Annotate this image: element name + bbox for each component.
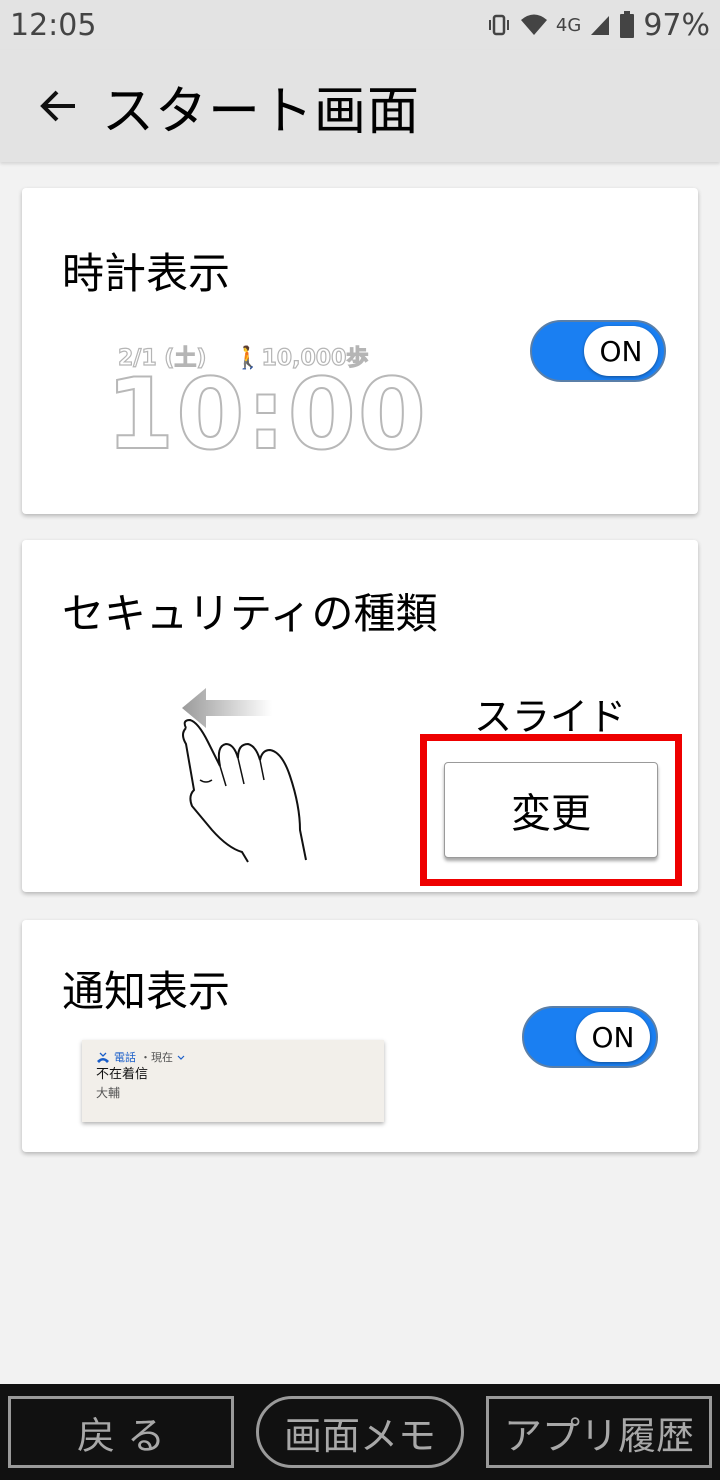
bottom-nav: 戻 る 画面メモ アプリ履歴 [0,1384,720,1480]
back-arrow-icon[interactable] [30,77,88,135]
notification-display-toggle[interactable]: ON [522,1006,658,1068]
notification-app: 電話 [114,1051,136,1064]
battery-icon [620,11,635,38]
page-title: スタート画面 [102,81,421,142]
notification-body: 大輔 [96,1085,121,1100]
nav-back-button[interactable]: 戻 る [8,1396,234,1468]
nav-app-history-button[interactable]: アプリ履歴 [486,1396,712,1468]
security-type-value: スライド [474,695,627,739]
clock-display-title: 時計表示 [62,249,231,298]
security-type-card: セキュリティの種類 スライド 変更 [22,540,698,892]
wifi-icon [520,14,547,35]
clock-preview-time: 10:00 [105,358,428,472]
missed-call-icon [97,1052,109,1063]
change-button[interactable]: 変更 [444,762,658,858]
app-bar: スタート画面 [0,50,720,162]
swipe-left-hand-icon [182,688,307,863]
chevron-down-icon [177,1055,185,1060]
notification-display-card: 通知表示 電話 ・現在 不在着信 大輔 ON [22,920,698,1152]
notification-preview: 電話 ・現在 不在着信 大輔 [82,1040,384,1122]
clock-display-card: 時計表示 2/1 (土) 🚶10,000歩 10:00 ON [22,188,698,514]
signal-icon [591,16,610,35]
network-type: 4G [555,14,582,36]
status-icons: 4G 97% [486,8,710,43]
notification-preview-header: 電話 ・現在 [96,1050,370,1066]
notification-time: ・現在 [140,1051,173,1064]
status-bar: 12:05 4G 97% [0,0,720,50]
battery-percent: 97% [643,7,710,43]
status-time: 12:05 [10,7,97,43]
notification-display-title: 通知表示 [62,967,231,1016]
toggle-knob: ON [584,326,658,376]
clock-display-toggle[interactable]: ON [530,320,666,382]
toggle-knob: ON [576,1012,650,1062]
security-type-title: セキュリティの種類 [62,589,438,638]
nav-screen-memo-button[interactable]: 画面メモ [256,1396,464,1468]
vibrate-icon [488,14,509,36]
notification-title: 不在着信 [96,1066,149,1082]
